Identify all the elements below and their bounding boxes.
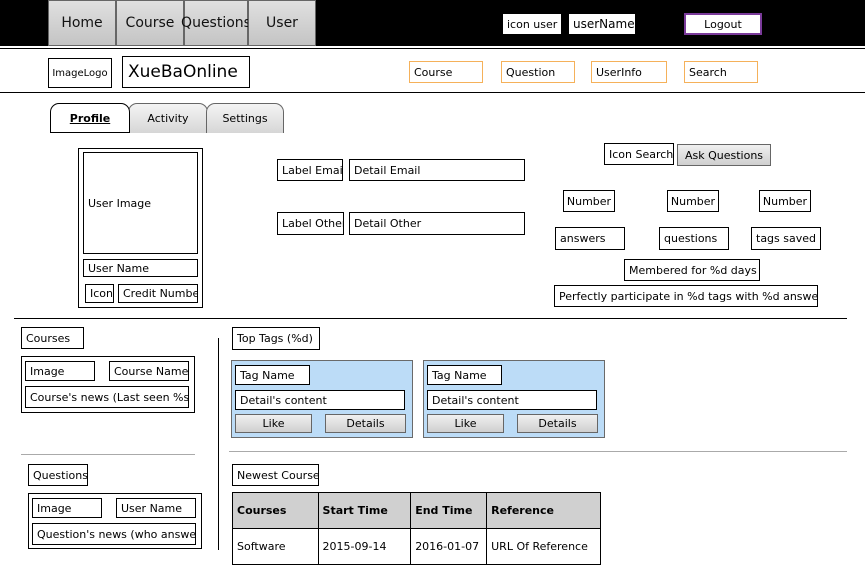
column-header: End Time	[410, 492, 488, 529]
nav-user-button[interactable]: User	[248, 0, 316, 46]
header-link-userinfo[interactable]: UserInfo	[591, 61, 667, 83]
nav-course-button[interactable]: Course	[116, 0, 184, 46]
tags-saved-label: tags saved	[751, 227, 821, 250]
header-bottom-divider	[0, 92, 865, 93]
nav-questions-button[interactable]: Questions	[181, 0, 251, 46]
answers-label: answers	[555, 227, 625, 250]
questions-label: questions	[659, 227, 729, 250]
table-cell: 2016-01-07	[410, 528, 488, 565]
left-divider	[21, 454, 195, 455]
header-top-divider	[0, 48, 865, 49]
site-title: XueBaOnline	[122, 56, 250, 88]
table-header-row: Courses Start Time End Time Reference	[232, 492, 601, 529]
column-divider	[218, 338, 219, 550]
table-row[interactable]: Software 2015-09-14 2016-01-07 URL Of Re…	[232, 528, 601, 565]
tags-saved-count: Number	[759, 190, 811, 212]
top-tags-title: Top Tags (%d)	[232, 327, 320, 350]
like-button[interactable]: Like	[235, 414, 312, 433]
tag-name: Tag Name	[235, 365, 310, 385]
ask-questions-button[interactable]: Ask Questions	[677, 144, 771, 166]
question-user-name: User Name	[116, 498, 196, 518]
column-header: Start Time	[317, 492, 412, 529]
page: Home Course Questions User icon user use…	[0, 0, 865, 569]
newest-courses-table: Courses Start Time End Time Reference So…	[232, 492, 601, 565]
table-cell: Software	[232, 528, 319, 565]
table-cell[interactable]: URL Of Reference	[486, 528, 601, 565]
tab-settings[interactable]: Settings	[206, 103, 284, 133]
details-button[interactable]: Details	[325, 414, 406, 433]
like-button[interactable]: Like	[427, 414, 504, 433]
nav-home-button[interactable]: Home	[48, 0, 116, 46]
header-link-course[interactable]: Course	[409, 61, 483, 83]
username-label: userName	[568, 13, 636, 35]
courses-title: Courses	[21, 327, 84, 349]
label-other: Label Other	[277, 212, 344, 235]
tag-detail: Detail's content	[235, 390, 405, 410]
detail-email: Detail Email	[349, 159, 525, 181]
section-divider	[14, 318, 847, 319]
header-link-question[interactable]: Question	[501, 61, 575, 83]
credit-number: Credit Number	[118, 284, 198, 303]
tag-detail: Detail's content	[427, 390, 597, 410]
logout-button[interactable]: Logout	[684, 13, 762, 35]
membered-days: Membered for %d days	[624, 259, 760, 281]
table-cell: 2015-09-14	[317, 528, 412, 565]
newest-courses-title: Newest Courses	[232, 464, 319, 486]
column-header: Courses	[232, 492, 319, 529]
answers-count: Number	[563, 190, 615, 212]
question-image: Image	[32, 498, 102, 518]
tab-activity[interactable]: Activity	[128, 103, 208, 133]
course-image: Image	[25, 361, 95, 381]
column-header: Reference	[486, 492, 601, 529]
tags-divider	[229, 451, 847, 452]
detail-other: Detail Other	[349, 212, 525, 235]
course-name: Course Name	[109, 361, 189, 381]
label-email: Label Email	[277, 159, 343, 181]
details-button[interactable]: Details	[517, 414, 598, 433]
tag-name: Tag Name	[427, 365, 502, 385]
tab-profile[interactable]: Profile	[50, 103, 130, 133]
user-image: User Image	[83, 152, 198, 254]
participation-summary: Perfectly participate in %d tags with %d…	[554, 285, 818, 307]
course-news: Course's news (Last seen %s)	[25, 386, 189, 408]
logo-image: ImageLogo	[48, 58, 112, 88]
question-news: Question's news (who answered)	[32, 523, 196, 545]
questions-title: Questions	[28, 464, 88, 486]
user-name: User Name	[83, 259, 198, 277]
user-icon-small: Icon	[85, 284, 114, 303]
search-icon[interactable]: Icon Search	[604, 143, 674, 165]
user-icon: icon user	[502, 13, 562, 35]
questions-count: Number	[667, 190, 719, 212]
header-search[interactable]: Search	[684, 61, 758, 83]
